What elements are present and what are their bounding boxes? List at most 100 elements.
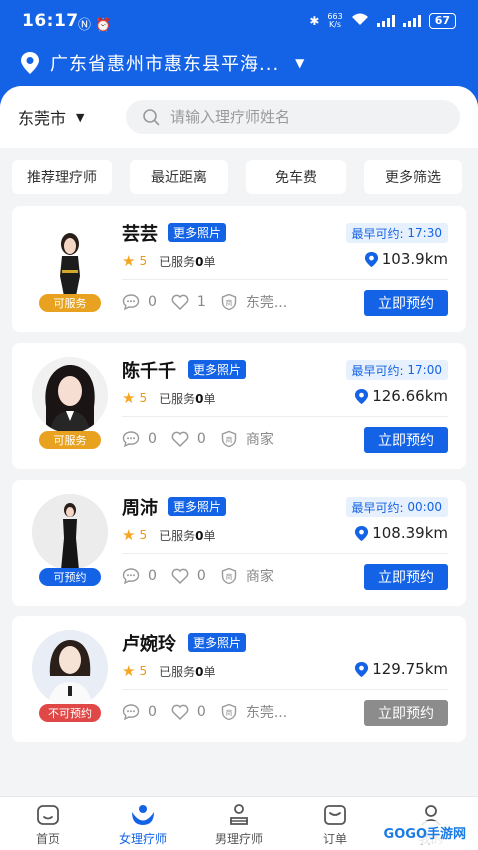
- comment-icon: [122, 704, 140, 721]
- rating-row: ★ 5 已服务0单: [122, 526, 215, 544]
- tab-orders[interactable]: 订单: [300, 803, 370, 847]
- like-count: 0: [196, 431, 206, 447]
- rating-row: ★ 5 已服务0单: [122, 252, 215, 270]
- location-bar[interactable]: 广东省惠州市惠东县平海... ▼: [20, 50, 304, 76]
- heart-icon[interactable]: [171, 567, 189, 585]
- wifi-icon: [351, 12, 369, 29]
- svg-text:商: 商: [225, 298, 232, 307]
- tab-male-therapist[interactable]: 男理疗师: [204, 803, 274, 847]
- stats-row: 0 0 商 商家: [122, 566, 274, 586]
- order-icon: [324, 805, 346, 825]
- filter-recommended[interactable]: 推荐理疗师: [12, 160, 112, 194]
- star-icon: ★: [122, 526, 136, 544]
- stats-row: 0 0 商 东莞...: [122, 702, 287, 722]
- comment-icon: [122, 431, 140, 448]
- signal-icon: [376, 14, 395, 27]
- signal-icon-2: [402, 14, 421, 27]
- filter-more[interactable]: 更多筛选: [364, 160, 462, 194]
- svg-text:商: 商: [225, 572, 232, 581]
- distance: 129.75km: [354, 660, 448, 678]
- watermark-logo: GOGO手游网: [377, 821, 472, 844]
- location-pin-icon: [21, 52, 39, 74]
- book-now-button[interactable]: 立即预约: [364, 290, 448, 316]
- book-now-button[interactable]: 立即预约: [364, 427, 448, 453]
- earliest-available: 最早可约: 17:30: [345, 223, 448, 243]
- bottom-tab-bar: 首页 女理疗师 男理疗师 订单 我的 GOGO手游网: [0, 796, 478, 850]
- rating-row: ★ 5 已服务0单: [122, 662, 215, 680]
- like-count: 0: [196, 568, 206, 584]
- merchant-name: 商家: [245, 432, 274, 448]
- svg-text:商: 商: [225, 435, 232, 444]
- city-selector[interactable]: 东莞市 ▼: [18, 105, 84, 129]
- location-text: 广东省惠州市惠东县平海...: [50, 54, 280, 75]
- therapist-card[interactable]: 可服务 陈千千 更多照片 最早可约: 17:00 ★ 5 已服务0单 126.6…: [12, 343, 466, 469]
- comment-count: 0: [148, 431, 157, 447]
- comment-count: 0: [148, 294, 157, 310]
- therapist-name: 芸芸: [122, 224, 158, 245]
- comment-count: 0: [148, 568, 157, 584]
- filter-bar: 推荐理疗师 最近距离 免车费 更多筛选: [0, 160, 478, 196]
- location-pin-icon: [364, 251, 378, 267]
- status-badge: 不可预约: [39, 704, 101, 722]
- therapist-name: 卢婉玲: [122, 634, 176, 655]
- status-time: 16:17: [22, 11, 79, 31]
- served-count: 已服务0单: [159, 254, 216, 269]
- shop-icon: 商: [221, 293, 237, 311]
- therapist-card[interactable]: 不可预约 卢婉玲 更多照片 ★ 5 已服务0单 129.75km 0 0 商 东…: [12, 616, 466, 742]
- location-pin-icon: [355, 525, 369, 541]
- home-icon: [37, 805, 59, 825]
- merchant-name: 商家: [245, 569, 274, 585]
- location-pin-icon: [355, 661, 369, 677]
- served-count: 已服务0单: [159, 391, 216, 406]
- divider: [122, 553, 448, 554]
- heart-icon[interactable]: [171, 293, 189, 311]
- book-now-button[interactable]: 立即预约: [364, 564, 448, 590]
- rating-score: 5: [139, 391, 148, 405]
- therapist-card[interactable]: 可服务 芸芸 更多照片 最早可约: 17:30 ★ 5 已服务0单 103.9k…: [12, 206, 466, 332]
- heart-icon[interactable]: [171, 703, 189, 721]
- therapist-card[interactable]: 可预约 周沛 更多照片 最早可约: 00:00 ★ 5 已服务0单 108.39…: [12, 480, 466, 606]
- stats-row: 0 0 商 商家: [122, 429, 274, 449]
- merchant-name: 东莞...: [245, 705, 288, 721]
- like-count: 0: [196, 704, 206, 720]
- chevron-down-icon: ▼: [76, 110, 85, 124]
- filter-nearest[interactable]: 最近距离: [130, 160, 228, 194]
- like-count: 1: [196, 294, 206, 310]
- shop-icon: 商: [221, 430, 237, 448]
- net-speed: 663 K/s: [327, 11, 343, 29]
- shop-icon: 商: [221, 567, 237, 585]
- merchant-name: 东莞...: [245, 295, 288, 311]
- divider: [122, 689, 448, 690]
- more-photos-button[interactable]: 更多照片: [188, 360, 247, 379]
- status-badge: 可服务: [39, 294, 101, 312]
- avatar: [32, 220, 108, 296]
- search-box[interactable]: [126, 100, 460, 134]
- more-photos-button[interactable]: 更多照片: [168, 223, 227, 242]
- svg-text:商: 商: [225, 708, 232, 717]
- therapist-name: 陈千千: [122, 361, 176, 382]
- tab-female-therapist[interactable]: 女理疗师: [108, 803, 178, 847]
- comment-icon: [122, 568, 140, 585]
- heart-icon[interactable]: [171, 430, 189, 448]
- more-photos-button[interactable]: 更多照片: [188, 633, 247, 652]
- status-right: ✱ 663 K/s 67: [309, 12, 456, 29]
- status-badge: 可服务: [39, 431, 101, 449]
- location-pin-icon: [355, 388, 369, 404]
- search-input[interactable]: [170, 108, 450, 126]
- search-row: 东莞市 ▼: [0, 86, 478, 148]
- stats-row: 0 1 商 东莞...: [122, 292, 287, 312]
- more-photos-button[interactable]: 更多照片: [168, 497, 227, 516]
- tab-home[interactable]: 首页: [13, 803, 83, 847]
- male-therapist-icon: [230, 804, 248, 825]
- female-therapist-icon: [132, 805, 154, 825]
- rating-score: 5: [139, 254, 148, 268]
- star-icon: ★: [122, 252, 136, 270]
- comment-count: 0: [148, 704, 157, 720]
- earliest-available: 最早可约: 17:00: [345, 360, 448, 380]
- filter-free-travel[interactable]: 免车费: [246, 160, 346, 194]
- served-count: 已服务0单: [159, 528, 216, 543]
- chevron-down-icon: ▼: [295, 56, 305, 70]
- book-now-button[interactable]: 立即预约: [364, 700, 448, 726]
- divider: [122, 416, 448, 417]
- divider: [122, 279, 448, 280]
